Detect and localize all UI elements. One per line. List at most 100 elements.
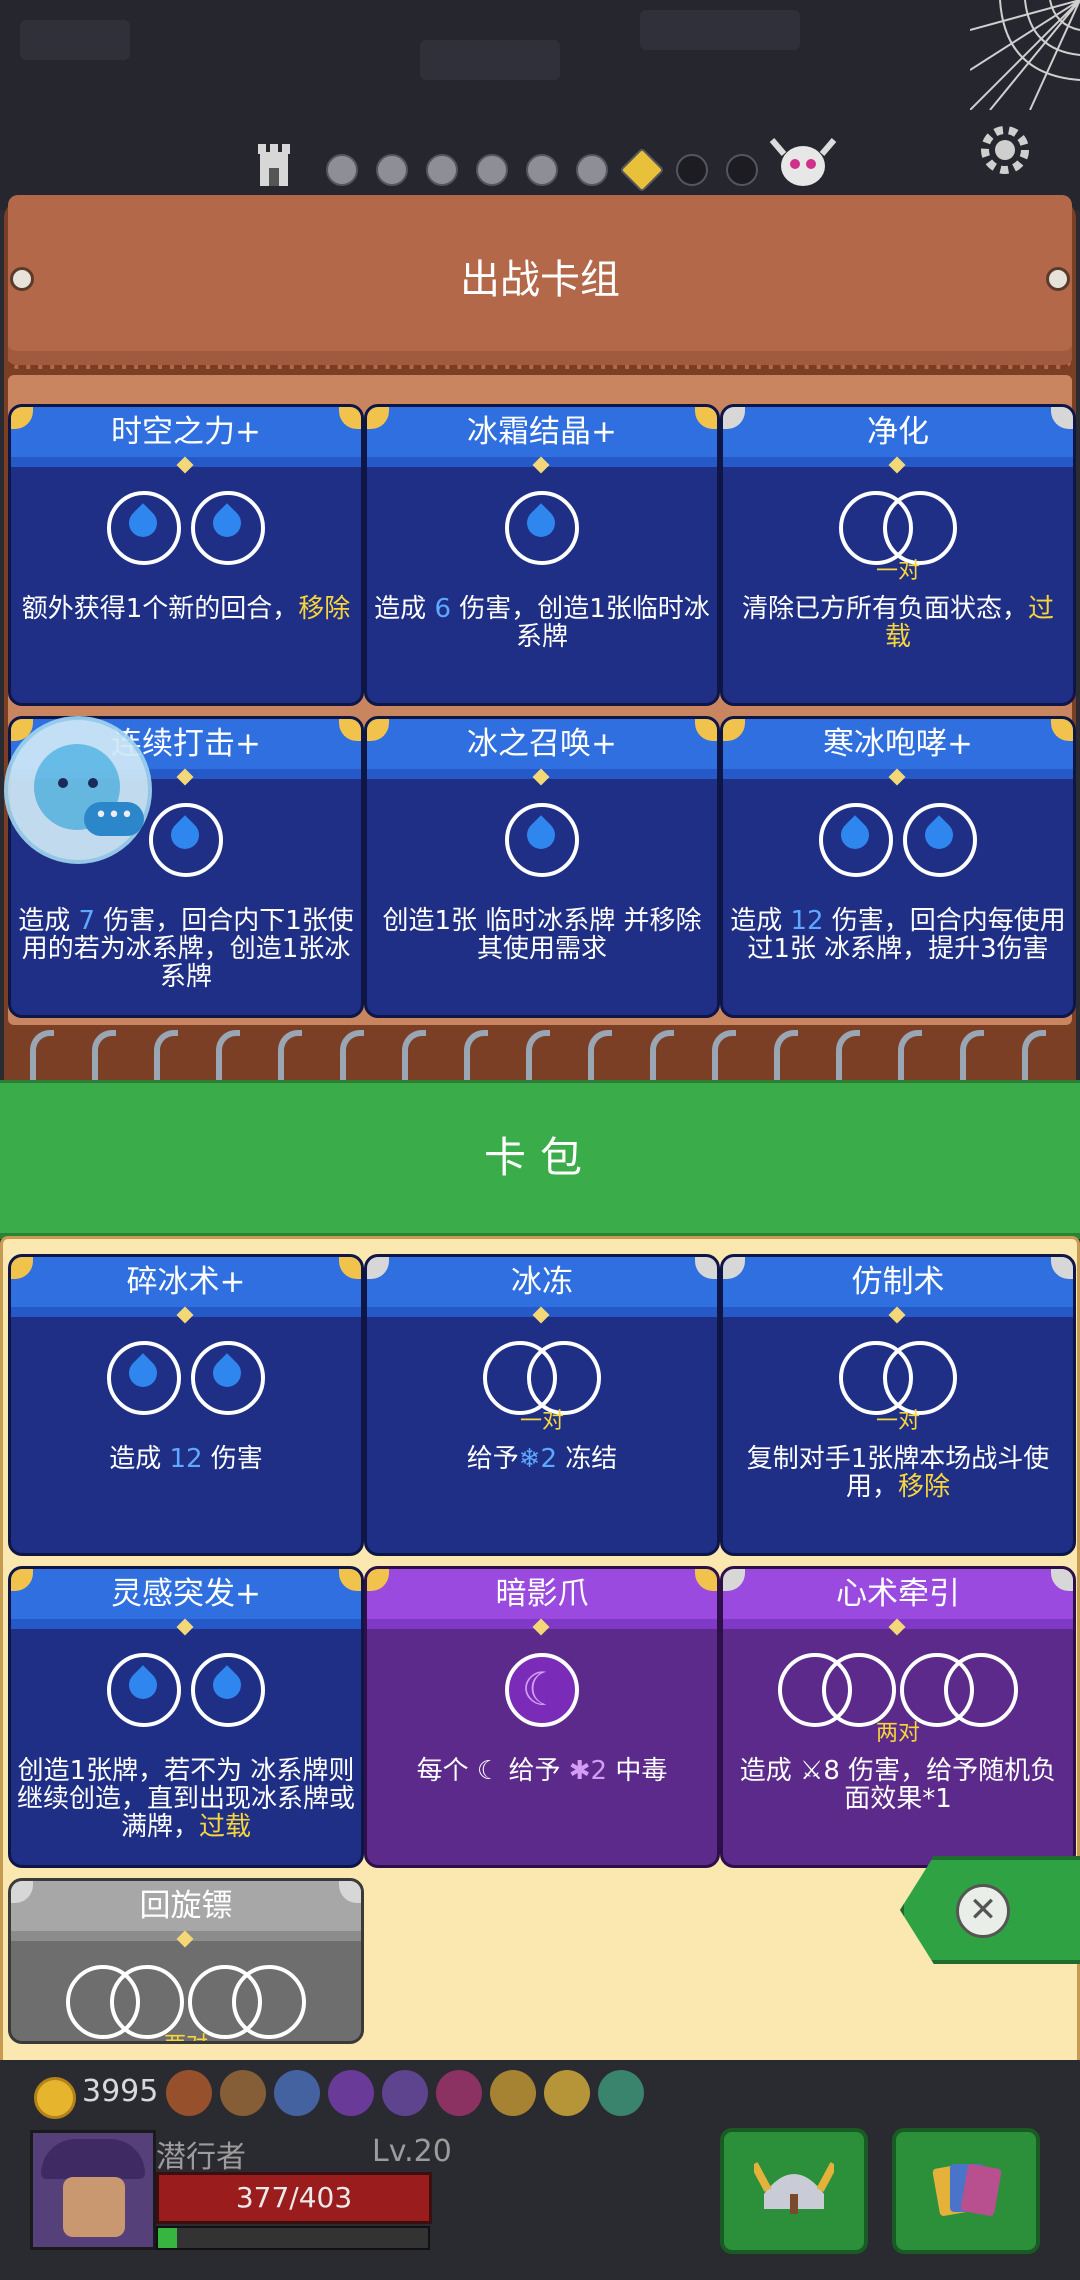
card-deck-2[interactable]: 净化 一对 清除已方所有负面状态，过载	[720, 404, 1076, 706]
card-title: 暗影爪	[495, 1576, 589, 1612]
card-pack-3[interactable]: 灵感突发+ 创造1张牌，若不为 冰系牌则继续创造，直到出现冰系牌或满牌，过载	[8, 1566, 364, 1868]
card-title: 仿制术	[851, 1264, 945, 1300]
gear-icon[interactable]	[975, 120, 1035, 180]
card-corner	[367, 719, 389, 741]
pack-title: 卡包	[483, 1133, 596, 1182]
stage-node	[376, 154, 408, 186]
water-drop-icon	[107, 1341, 181, 1415]
card-description: 造成 ⚔8 伤害，给予随机负面效果*1	[729, 1757, 1067, 1813]
relic-icon[interactable]	[544, 2070, 590, 2116]
description-segment: 每个 ☾ 给予	[416, 1756, 569, 1786]
relic-icon[interactable]	[598, 2070, 644, 2116]
card-description: 造成 6 伤害，创造1张临时冰系牌	[373, 595, 711, 651]
hp-bar: 377/403	[156, 2172, 432, 2224]
card-pack-6[interactable]: 回旋镖两对	[8, 1878, 364, 2044]
card-cost	[11, 491, 361, 571]
xp-bar	[156, 2226, 430, 2250]
cost-label: 一对	[875, 1409, 920, 1434]
description-segment: 造成	[109, 1444, 170, 1474]
assistant-avatar-button[interactable]: •••	[4, 716, 152, 864]
card-cost	[723, 803, 1073, 883]
shadow-moon-icon	[505, 1653, 579, 1727]
background-brick	[420, 40, 560, 80]
card-title-bar: 碎冰术+	[11, 1257, 361, 1311]
water-drop-icon	[191, 1341, 265, 1415]
hero-helmet-button[interactable]	[720, 2128, 868, 2254]
relic-icon[interactable]	[436, 2070, 482, 2116]
card-description: 造成 12 伤害，回合内每使用过1张 冰系牌，提升3伤害	[729, 907, 1067, 963]
pack-header: 卡包	[0, 1080, 1080, 1239]
relic-icon[interactable]	[220, 2070, 266, 2116]
card-description: 每个 ☾ 给予 ✱2 中毒	[373, 1757, 711, 1785]
description-segment: 造成	[730, 906, 791, 936]
relic-icon[interactable]	[382, 2070, 428, 2116]
card-corner	[723, 407, 745, 429]
card-pack-0[interactable]: 碎冰术+ 造成 12 伤害	[8, 1254, 364, 1556]
card-title: 寒冰咆哮+	[823, 726, 973, 762]
card-pack-1[interactable]: 冰冻 一对 给予❄2 冻结	[364, 1254, 720, 1556]
description-segment: 造成	[374, 594, 435, 624]
card-corner	[339, 1881, 361, 1903]
description-segment: 6	[434, 594, 451, 624]
card-corner	[723, 1257, 745, 1279]
stage-node	[526, 154, 558, 186]
description-segment: 清除已方所有负面状态，	[741, 594, 1028, 624]
card-title: 碎冰术+	[126, 1264, 246, 1300]
portrait-face	[63, 2177, 125, 2237]
card-deck-1[interactable]: 冰霜结晶+ 造成 6 伤害，创造1张临时冰系牌	[364, 404, 720, 706]
cost-label: 一对	[875, 559, 920, 584]
card-corner	[1051, 407, 1073, 429]
stage-node	[326, 154, 358, 186]
description-segment: 给予	[466, 1444, 519, 1474]
card-deck-0[interactable]: 时空之力+ 额外获得1个新的回合，移除	[8, 404, 364, 706]
background-brick	[20, 20, 130, 60]
description-segment: 12	[169, 1444, 203, 1474]
description-segment: 冰系牌，创造1张冰系牌	[125, 934, 351, 992]
card-description: 创造1张牌，若不为 冰系牌则继续创造，直到出现冰系牌或满牌，过载	[17, 1757, 355, 1841]
player-name: 潜行者	[156, 2140, 246, 2175]
card-deck-4[interactable]: 冰之召唤+ 创造1张 临时冰系牌 并移除其使用需求	[364, 716, 720, 1018]
player-portrait[interactable]	[30, 2130, 156, 2250]
card-pack-4[interactable]: 暗影爪每个 ☾ 给予 ✱2 中毒	[364, 1566, 720, 1868]
description-segment: 额外获得1个新的回合，	[21, 594, 299, 624]
stage-node	[576, 154, 608, 186]
card-corner	[695, 719, 717, 741]
water-drop-icon	[819, 803, 893, 877]
stage-node	[676, 154, 708, 186]
card-cost	[11, 1653, 361, 1733]
deck-cards-button[interactable]	[892, 2128, 1040, 2254]
description-segment: 冰系牌，提升3伤害	[824, 934, 1049, 964]
relic-icon[interactable]	[490, 2070, 536, 2116]
card-description: 复制对手1张牌本场战斗使用，移除	[729, 1445, 1067, 1501]
relic-icon[interactable]	[328, 2070, 374, 2116]
helmet-icon	[754, 2162, 834, 2214]
description-segment: 中毒	[607, 1756, 668, 1786]
water-drop-icon	[191, 491, 265, 565]
cost-label: 两对	[875, 1721, 920, 1746]
close-button[interactable]: ✕	[900, 1856, 1080, 1964]
card-pack-5[interactable]: 心术牵引两对造成 ⚔8 伤害，给予随机负面效果*1	[720, 1566, 1076, 1868]
description-segment: 移除	[898, 1472, 951, 1502]
description-segment: 过载	[199, 1812, 252, 1842]
background-brick	[640, 10, 800, 50]
avatar-eye	[88, 778, 98, 788]
cost-label: 两对	[11, 2027, 361, 2041]
relic-icon[interactable]	[274, 2070, 320, 2116]
card-title-bar: 仿制术	[723, 1257, 1073, 1311]
card-corner	[339, 1569, 361, 1591]
water-drop-icon	[107, 491, 181, 565]
card-corner	[1051, 1569, 1073, 1591]
card-title-bar: 冰霜结晶+	[367, 407, 717, 461]
card-pack-2[interactable]: 仿制术一对复制对手1张牌本场战斗使用，移除	[720, 1254, 1076, 1556]
card-corner	[339, 1257, 361, 1279]
card-corner	[11, 1881, 33, 1903]
card-title: 回旋镖	[139, 1888, 233, 1924]
card-title: 心术牵引	[836, 1576, 960, 1612]
relic-icon[interactable]	[166, 2070, 212, 2116]
water-drop-icon	[505, 803, 579, 877]
card-corner	[695, 1569, 717, 1591]
water-drop-icon	[191, 1653, 265, 1727]
card-description: 给予❄2 冻结	[373, 1445, 711, 1473]
card-deck-5[interactable]: 寒冰咆哮+ 造成 12 伤害，回合内每使用过1张 冰系牌，提升3伤害	[720, 716, 1076, 1018]
card-title: 冰冻	[511, 1264, 573, 1300]
